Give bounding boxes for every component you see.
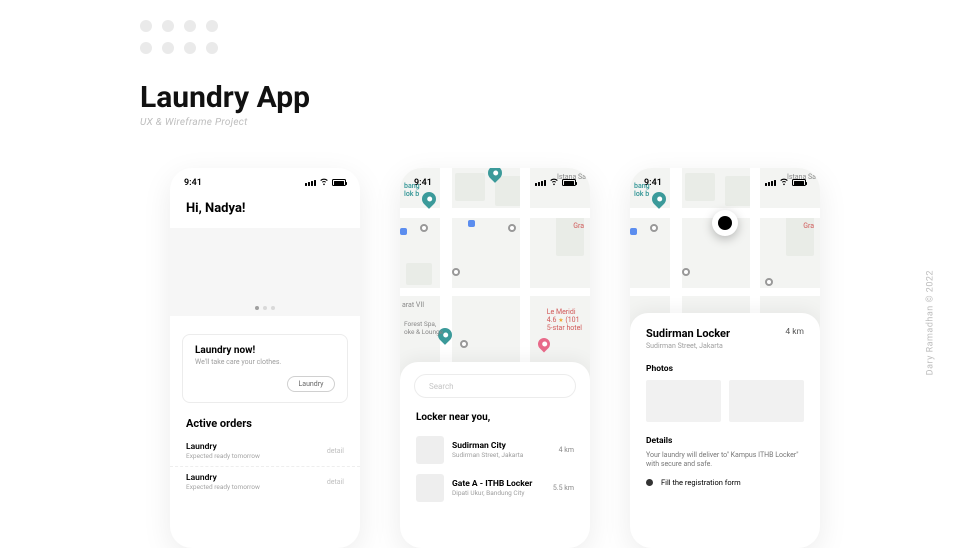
carousel-pagination <box>255 306 275 310</box>
battery-icon <box>792 179 806 186</box>
wifi-icon <box>779 176 789 189</box>
signal-icon <box>765 180 776 186</box>
locker-row[interactable]: Gate A - ITHB LockerDipati Ukur, Bandung… <box>414 469 576 507</box>
cta-title: Laundry now! <box>195 345 335 356</box>
search-input[interactable]: Search <box>414 374 576 398</box>
status-bar: 9:41 <box>400 168 590 193</box>
phone-screen-locker-list: bang lok b Istana Sa arat VII Gra Le Mer… <box>400 168 590 548</box>
laundry-button[interactable]: Laundry <box>287 376 335 392</box>
map-dot-icon <box>452 268 460 276</box>
locker-address: Dipati Ukur, Bandung City <box>452 489 545 497</box>
photo-placeholder <box>729 380 804 422</box>
step-bullet-icon <box>646 479 653 486</box>
signal-icon <box>305 180 316 186</box>
bottom-sheet: Search Locker near you, Sudirman CitySud… <box>400 362 590 548</box>
order-row[interactable]: LaundryExpected ready tomorrow detail <box>170 436 360 467</box>
locker-detail-name: Sudirman Locker <box>646 327 730 340</box>
order-detail-link[interactable]: detail <box>327 447 344 455</box>
order-title: Laundry <box>186 442 260 452</box>
step-item: Fill the registration form <box>646 478 804 487</box>
locker-distance: 4 km <box>559 446 574 454</box>
locker-address: Sudirman Street, Jakarta <box>452 451 551 459</box>
status-time: 9:41 <box>184 178 202 188</box>
decorative-dots <box>140 20 220 56</box>
phone-screen-locker-detail: bang lok b Istana Sa Gra 9:41 Sudirman L… <box>630 168 820 548</box>
locker-list-heading: Locker near you, <box>416 412 574 423</box>
map-label: Gra <box>573 222 584 230</box>
page-title: Laundry App <box>140 80 310 115</box>
locker-name: Sudirman City <box>452 441 551 451</box>
page-subtitle: UX & Wireframe Project <box>140 117 310 128</box>
laundry-cta-card: Laundry now! We'll take care your clothe… <box>182 334 348 403</box>
status-bar: 9:41 <box>630 168 820 193</box>
locker-distance: 5.5 km <box>553 484 574 492</box>
map-dot-icon <box>508 224 516 232</box>
locker-thumb <box>416 474 444 502</box>
status-time: 9:41 <box>644 178 662 188</box>
page-header: Laundry App UX & Wireframe Project <box>140 80 310 128</box>
map-dot-icon <box>420 224 428 232</box>
order-subtitle: Expected ready tomorrow <box>186 452 260 460</box>
map-label: Gra <box>803 222 814 230</box>
order-title: Laundry <box>186 473 260 483</box>
locker-detail-distance: 4 km <box>785 327 804 337</box>
order-detail-link[interactable]: detail <box>327 478 344 486</box>
map-dot-icon <box>460 340 468 348</box>
order-subtitle: Expected ready tomorrow <box>186 483 260 491</box>
cta-subtitle: We'll take care your clothes. <box>195 358 335 366</box>
greeting-text: Hi, Nadya! <box>170 193 360 224</box>
status-time: 9:41 <box>414 178 432 188</box>
order-row[interactable]: LaundryExpected ready tomorrow detail <box>170 467 360 497</box>
details-label: Details <box>646 436 804 446</box>
selected-location-marker[interactable] <box>712 210 738 236</box>
map-poi-icon <box>400 228 407 235</box>
locker-detail-address: Sudirman Street, Jakarta <box>646 342 730 350</box>
locker-row[interactable]: Sudirman CitySudirman Street, Jakarta 4 … <box>414 431 576 469</box>
battery-icon <box>562 179 576 186</box>
map-dot-icon <box>682 268 690 276</box>
photo-placeholder <box>646 380 721 422</box>
wifi-icon <box>319 176 329 189</box>
hero-carousel[interactable] <box>170 228 360 316</box>
battery-icon <box>332 179 346 186</box>
map-pin-icon[interactable] <box>536 336 553 353</box>
photo-carousel[interactable] <box>646 380 804 422</box>
active-orders-heading: Active orders <box>170 403 360 436</box>
status-bar: 9:41 <box>170 168 360 193</box>
phone-screen-home: 9:41 Hi, Nadya! Laundry now! We'll take … <box>170 168 360 548</box>
credit-text: Dary Ramadhan © 2022 <box>925 270 935 375</box>
details-text: Your laundry will deliver to" Kampus ITH… <box>646 451 804 470</box>
locker-name: Gate A - ITHB Locker <box>452 479 545 489</box>
map-poi-icon <box>468 220 475 227</box>
map-hotel-label: Le Meridi 4.6 ★ (101 5-star hotel <box>547 308 582 332</box>
map-label: arat VII <box>402 301 424 309</box>
map-dot-icon <box>765 278 773 286</box>
locker-thumb <box>416 436 444 464</box>
map-dot-icon <box>650 224 658 232</box>
detail-sheet: Sudirman LockerSudirman Street, Jakarta … <box>630 313 820 548</box>
signal-icon <box>535 180 546 186</box>
wifi-icon <box>549 176 559 189</box>
photos-label: Photos <box>646 364 804 374</box>
map-spa-label: Forest Spa, oke & Lounge <box>404 320 443 336</box>
map-poi-icon <box>630 228 637 235</box>
